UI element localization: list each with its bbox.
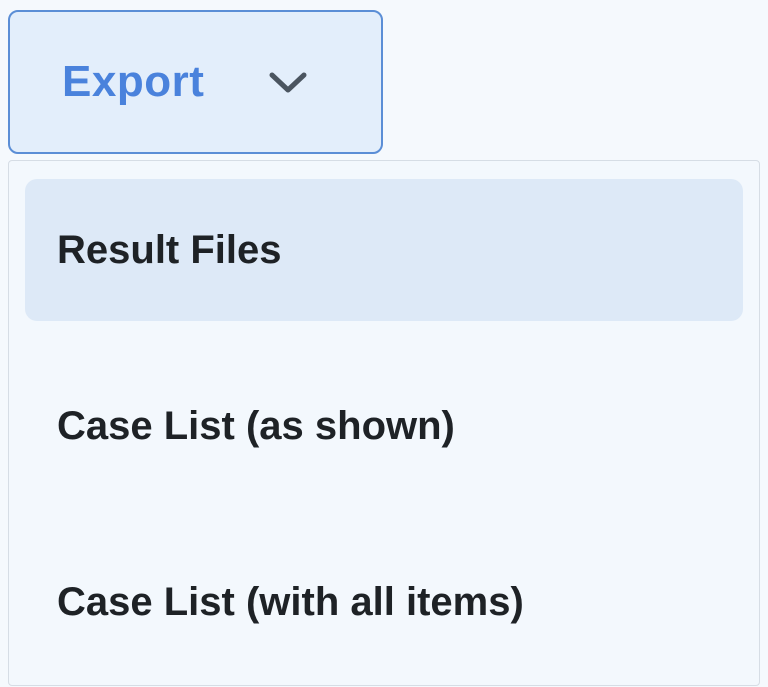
menu-item-result-files[interactable]: Result Files	[25, 179, 743, 321]
menu-item-case-list-all-items[interactable]: Case List (with all items)	[25, 531, 743, 673]
menu-item-case-list-as-shown[interactable]: Case List (as shown)	[25, 355, 743, 497]
menu-item-label: Case List (with all items)	[57, 579, 524, 624]
menu-item-label: Result Files	[57, 227, 282, 272]
chevron-down-icon	[266, 67, 310, 97]
export-button-label: Export	[62, 57, 205, 106]
export-button[interactable]: Export	[8, 10, 383, 154]
export-dropdown: Export Result Files Case List (as shown)…	[0, 0, 768, 687]
export-menu: Result Files Case List (as shown) Case L…	[8, 160, 760, 686]
menu-item-label: Case List (as shown)	[57, 403, 455, 448]
